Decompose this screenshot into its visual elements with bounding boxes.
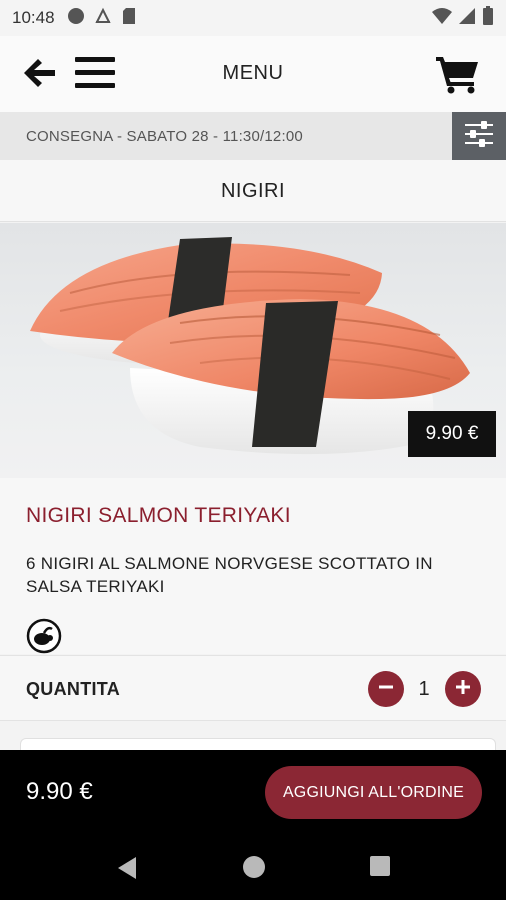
price-badge: 9.90 €: [408, 411, 496, 457]
increase-quantity-button[interactable]: [445, 671, 481, 707]
wifi-icon: [432, 7, 452, 30]
plus-icon: [454, 678, 472, 701]
cart-button[interactable]: [434, 54, 482, 94]
quantity-value: 1: [418, 678, 430, 700]
signal-icon: [458, 7, 476, 30]
add-to-order-button[interactable]: AGGIUNGI ALL'ORDINE: [265, 766, 482, 819]
product-details: NIGIRI SALMON TERIYAKI 6 NIGIRI AL SALMO…: [0, 478, 506, 654]
order-bar: 9.90 € AGGIUNGI ALL'ORDINE: [0, 750, 506, 836]
product-name: NIGIRI SALMON TERIYAKI: [26, 504, 291, 527]
decrease-quantity-button[interactable]: [368, 671, 404, 707]
record-icon: [67, 7, 85, 30]
sd-card-icon: [121, 7, 137, 30]
battery-icon: [482, 5, 494, 31]
status-system-icons: [432, 5, 494, 31]
quantity-label: QUANTITA: [26, 679, 121, 699]
status-notification-icons: [67, 7, 137, 30]
product-description: 6 NIGIRI AL SALMONE NORVGESE SCOTTATO IN…: [26, 554, 433, 596]
quantity-row: QUANTITA 1: [0, 655, 506, 721]
status-time: 10:48: [12, 8, 55, 27]
category-header: NIGIRI: [0, 160, 506, 222]
minus-icon: [377, 678, 395, 701]
delivery-text: CONSEGNA - SABATO 28 - 11:30/12:00: [26, 128, 303, 145]
sliders-icon: [464, 120, 494, 152]
notification-icon: [94, 7, 112, 30]
filter-button[interactable]: [452, 112, 506, 160]
allergen-icon[interactable]: [26, 618, 62, 654]
delivery-info-bar[interactable]: CONSEGNA - SABATO 28 - 11:30/12:00: [0, 112, 506, 160]
page-title: MENU: [222, 62, 284, 84]
category-title: NIGIRI: [220, 180, 286, 202]
status-bar: 10:48: [0, 0, 506, 36]
nav-home-icon[interactable]: [243, 856, 265, 878]
nav-back-icon[interactable]: [116, 856, 138, 885]
shopping-cart-icon: [434, 57, 482, 98]
nav-recents-icon[interactable]: [370, 856, 390, 876]
system-navigation-bar: [0, 836, 506, 900]
app-header: MENU: [0, 36, 506, 112]
total-price: 9.90 €: [26, 778, 93, 805]
